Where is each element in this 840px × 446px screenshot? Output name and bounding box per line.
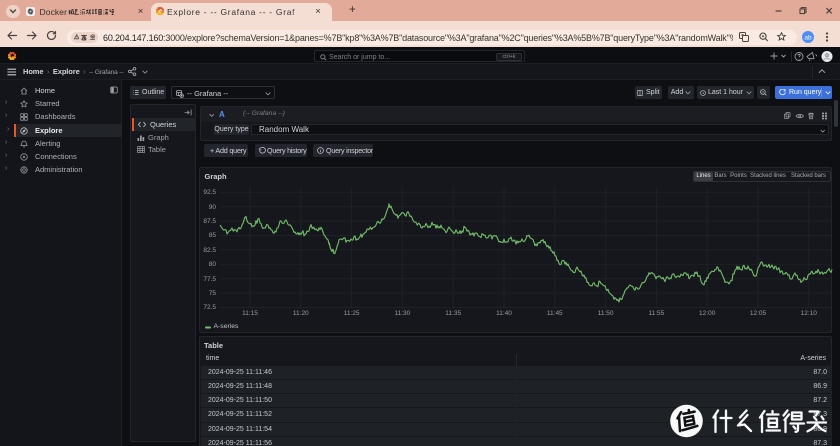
- svg-text:ab: ab: [804, 35, 812, 42]
